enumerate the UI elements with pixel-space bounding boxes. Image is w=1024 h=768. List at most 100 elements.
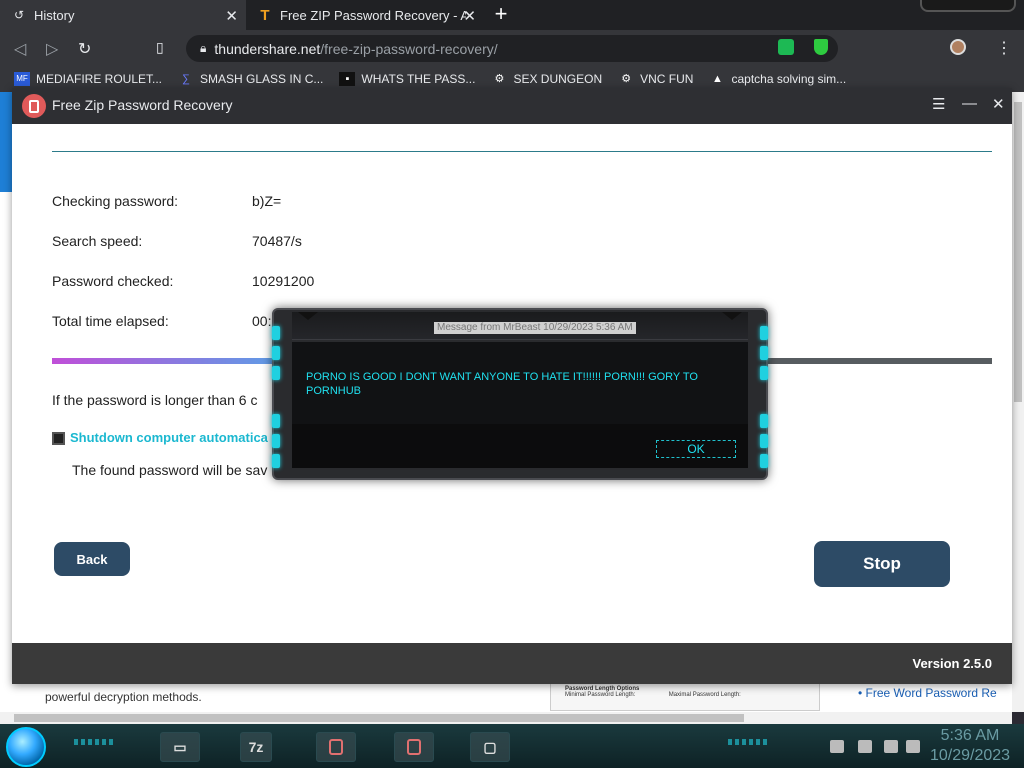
decoration [272, 434, 280, 448]
window-decoration [920, 0, 1016, 12]
back-arrow-icon[interactable]: ◁ [14, 39, 26, 59]
taskbar-window-icon[interactable]: ▢ [470, 732, 510, 762]
page-text: powerful decryption methods. [45, 690, 202, 704]
reload-icon[interactable]: ↻ [78, 39, 91, 59]
bookmark-item[interactable]: ▪ WHATS THE PASS... [339, 72, 475, 86]
tab-label: History [34, 7, 75, 23]
clock[interactable]: 5:36 AM 10/29/2023 [920, 726, 1020, 766]
shutdown-checkbox-label[interactable]: Shutdown computer automatica [70, 430, 280, 445]
decoration [272, 346, 280, 360]
decoration [760, 414, 768, 428]
back-button[interactable]: Back [54, 542, 130, 576]
taskbar: ▭ 7z ▢ 5:36 AM 10/29/2023 [0, 724, 1024, 768]
taskbar-zip-recovery-icon[interactable] [394, 732, 434, 762]
dialog-message: PORNO IS GOOD I DONT WANT ANYONE TO HATE… [306, 371, 698, 397]
version-label: Version 2.5.0 [912, 656, 993, 671]
page-screenshot: Password Length Options Minimal Password… [550, 683, 820, 711]
tab-history[interactable]: ↺ History ✕ [0, 0, 246, 30]
tab-label: Free ZIP Password Recovery - A sc [280, 7, 466, 23]
vertical-scrollbar[interactable] [1012, 92, 1024, 712]
tab-zip-recovery[interactable]: T Free ZIP Password Recovery - A sc ✕ [246, 0, 484, 30]
browser-toolbar: ◁ ▷ ↻ ▯ 🔒︎ thundershare.net /free-zip-pa… [0, 30, 1024, 66]
start-button[interactable] [6, 727, 46, 767]
decoration [760, 366, 768, 380]
browser-tab-bar: ↺ History ✕ T Free ZIP Password Recovery… [0, 0, 1024, 30]
forward-arrow-icon[interactable]: ▷ [46, 39, 58, 59]
page-link[interactable]: • Free Word Password Re [858, 686, 997, 700]
message-dialog: Message from MrBeast 10/29/2023 5:36 AM … [272, 308, 768, 480]
url-domain: thundershare.net [214, 40, 321, 57]
new-tab-button[interactable]: + [490, 3, 512, 26]
taskbar-zip-recovery-icon[interactable] [316, 732, 356, 762]
browser-menu-icon[interactable]: ⋮ [996, 38, 1012, 58]
bookmark-item[interactable]: ⚙ SEX DUNGEON [491, 72, 603, 86]
decoration [272, 366, 280, 380]
dialog-title: Message from MrBeast 10/29/2023 5:36 AM [434, 322, 636, 334]
app-logo-icon [22, 94, 46, 118]
bookmark-item[interactable]: ∑ SMASH GLASS IN C... [178, 72, 323, 86]
bookmark-logo-icon: ▪ [339, 72, 356, 86]
minimize-icon[interactable]: — [962, 95, 977, 112]
profile-avatar[interactable] [950, 39, 966, 55]
time-elapsed-value: 00: [252, 313, 272, 329]
divider [52, 151, 992, 152]
found-password-note: The found password will be sav [72, 462, 268, 478]
decoration [272, 414, 280, 428]
address-bar[interactable]: 🔒︎ thundershare.net /free-zip-password-r… [186, 35, 838, 62]
bookmark-item[interactable]: ▲ captcha solving sim... [709, 72, 846, 86]
decoration [722, 312, 742, 320]
stop-button[interactable]: Stop [814, 541, 950, 587]
bookmark-logo-icon: ⚙ [621, 73, 632, 85]
dialog-message-area: PORNO IS GOOD I DONT WANT ANYONE TO HATE… [292, 342, 748, 424]
menu-icon[interactable]: ☰ [932, 95, 945, 113]
taskbar-explorer-icon[interactable]: ▭ [160, 732, 200, 762]
decoration [298, 312, 318, 320]
lock-icon: 🔒︎ [200, 41, 207, 55]
taskbar-7zip-icon[interactable]: 7z [240, 732, 272, 762]
bookmark-item[interactable]: ⚙ VNC FUN [618, 72, 693, 86]
clock-date: 10/29/2023 [929, 747, 1011, 764]
thundershare-icon: T [260, 6, 270, 24]
progress-bar-track [752, 358, 992, 364]
decoration [760, 346, 768, 360]
ok-button[interactable]: OK [656, 440, 736, 458]
password-checked-label: Password checked: [52, 273, 174, 289]
close-icon[interactable]: ✕ [225, 7, 238, 25]
decoration [728, 739, 768, 745]
bookmark-logo-icon: ▲ [712, 73, 723, 85]
close-icon[interactable]: ✕ [463, 7, 476, 25]
mediafire-icon: MF [14, 72, 30, 86]
tray-icon[interactable] [830, 740, 844, 753]
horizontal-scrollbar[interactable] [0, 712, 1012, 724]
history-icon: ↺ [13, 8, 25, 22]
clock-time: 5:36 AM [940, 727, 1000, 744]
search-speed-value: 70487/s [252, 233, 302, 249]
decoration [760, 454, 768, 468]
tray-icon[interactable] [858, 740, 872, 753]
time-elapsed-label: Total time elapsed: [52, 313, 169, 329]
extension-icon[interactable] [778, 39, 794, 55]
decoration [74, 739, 114, 745]
search-speed-label: Search speed: [52, 233, 143, 249]
app-title: Free Zip Password Recovery [52, 97, 233, 113]
bookmark-logo-icon: ∑ [182, 73, 190, 85]
password-length-hint: If the password is longer than 6 c [52, 392, 258, 408]
url-path: /free-zip-password-recovery/ [320, 40, 498, 57]
page-accent [0, 92, 12, 192]
dialog-header: Message from MrBeast 10/29/2023 5:36 AM [292, 312, 748, 340]
app-footer: Version 2.5.0 [12, 643, 1012, 684]
volume-icon[interactable] [906, 740, 920, 753]
decoration [272, 454, 280, 468]
decoration [760, 326, 768, 340]
app-title-bar: Free Zip Password Recovery ☰ — ✕ [12, 88, 1012, 124]
checking-password-label: Checking password: [52, 193, 179, 209]
password-checked-value: 10291200 [252, 273, 315, 289]
bookmark-item[interactable]: MF MEDIAFIRE ROULET... [14, 72, 162, 86]
bookmark-icon[interactable]: ▯ [156, 39, 164, 56]
close-icon[interactable]: ✕ [992, 95, 1005, 113]
shutdown-checkbox[interactable] [52, 432, 65, 445]
checking-password-value: b)Z= [252, 193, 282, 209]
shield-extension-icon[interactable] [814, 39, 828, 55]
dialog-footer: OK [292, 424, 748, 468]
network-icon[interactable] [884, 740, 898, 753]
